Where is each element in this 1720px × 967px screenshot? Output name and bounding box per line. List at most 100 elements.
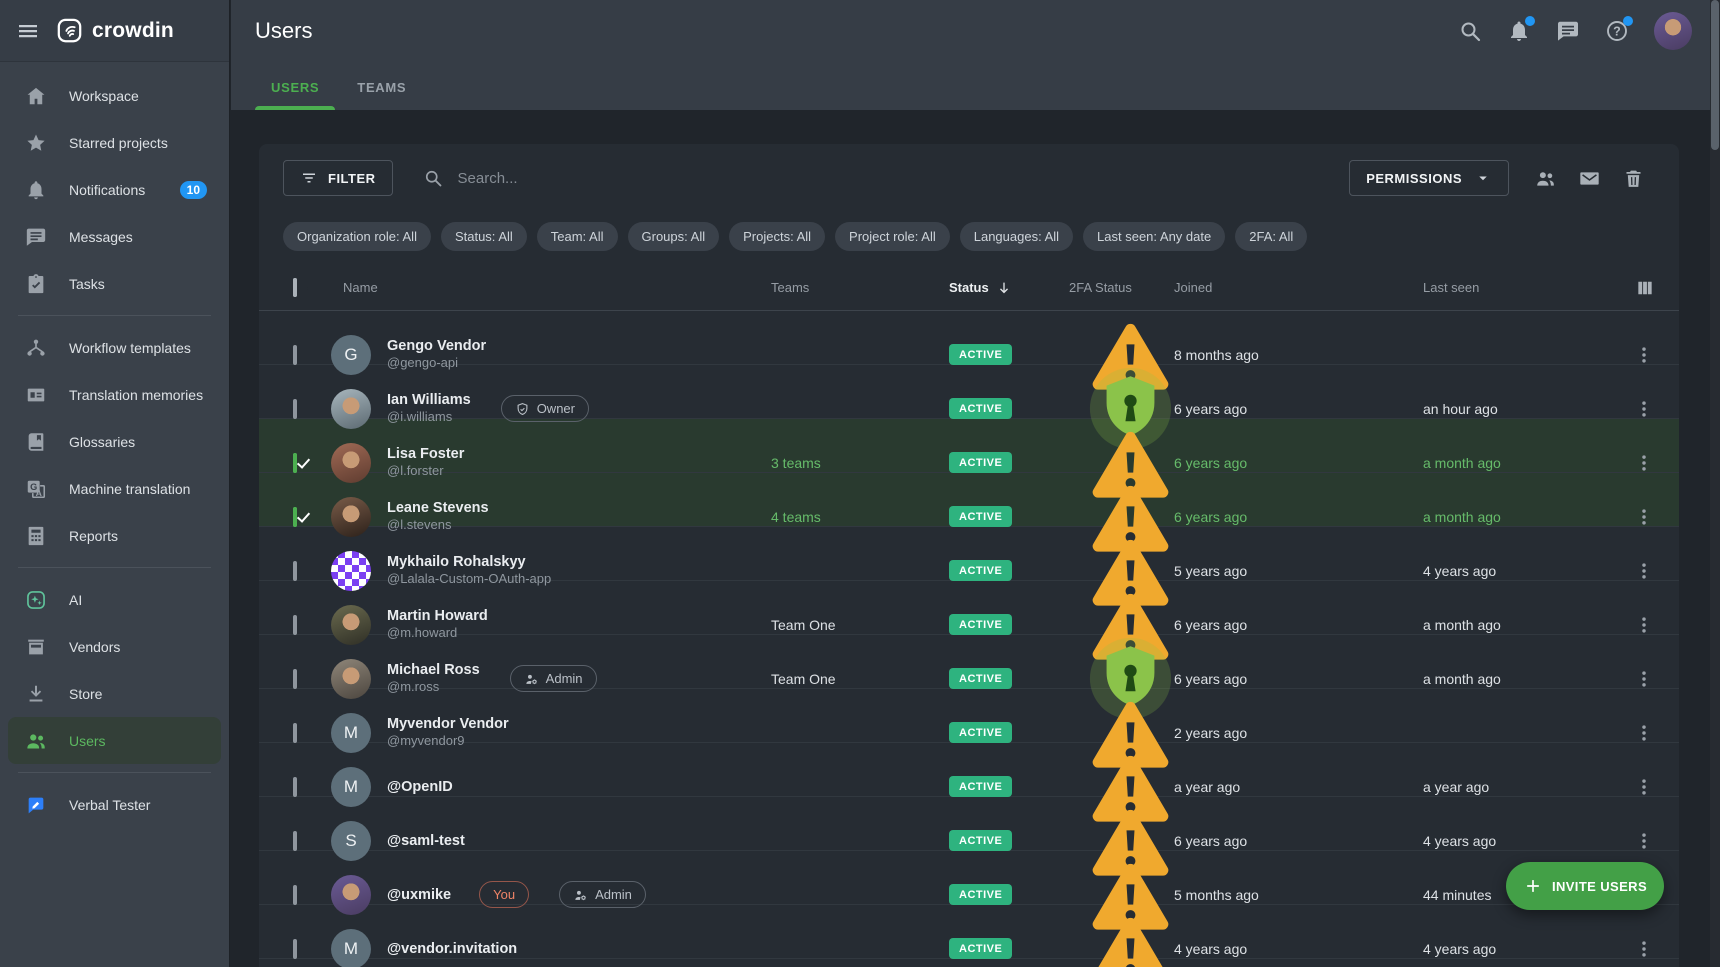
select-all-checkbox[interactable]: [293, 278, 297, 297]
filter-chip[interactable]: Team: All: [537, 222, 618, 251]
page-header: Users ? USERSTEAMS: [231, 0, 1720, 110]
avatar: [331, 551, 371, 591]
kebab-menu-icon[interactable]: [1633, 398, 1655, 420]
row-checkbox[interactable]: [293, 507, 297, 527]
search-icon[interactable]: [1458, 19, 1482, 43]
sidebar-item-messages[interactable]: Messages: [8, 213, 221, 260]
sidebar-item-workspace[interactable]: Workspace: [8, 72, 221, 119]
column-header-2fa-status[interactable]: 2FA Status: [1069, 280, 1174, 295]
column-header-joined[interactable]: Joined: [1174, 280, 1423, 295]
sidebar-item-verbal-tester[interactable]: Verbal Tester: [8, 781, 221, 828]
teams-cell[interactable]: 3 teams: [771, 455, 949, 471]
name-cell: Mykhailo Rohalskyy@Lalala-Custom-OAuth-a…: [331, 551, 771, 591]
chat-icon[interactable]: [1556, 19, 1580, 43]
last-seen-cell: an hour ago: [1423, 401, 1609, 417]
filter-chip[interactable]: Organization role: All: [283, 222, 431, 251]
table-body: GGengo Vendor@gengo-apiACTIVE8 months ag…: [283, 311, 1655, 959]
search-input[interactable]: [456, 169, 876, 188]
sidebar-item-label: Store: [69, 686, 102, 702]
bell-icon[interactable]: [1507, 19, 1531, 43]
sidebar-item-label: Notifications: [69, 182, 145, 198]
filter-chip[interactable]: Groups: All: [628, 222, 720, 251]
column-header-name[interactable]: Name: [331, 280, 771, 295]
kebab-menu-icon[interactable]: [1633, 506, 1655, 528]
row-checkbox[interactable]: [293, 777, 297, 797]
column-header-status[interactable]: Status: [949, 280, 1069, 296]
content: FILTER PERMISSIONS Organization role: Al…: [231, 110, 1720, 967]
filter-chip[interactable]: 2FA: All: [1235, 222, 1307, 251]
menu-icon[interactable]: [16, 19, 40, 43]
sidebar-item-workflow-templates[interactable]: Workflow templates: [8, 324, 221, 371]
scrollbar: [1710, 0, 1720, 967]
trash-icon-button[interactable]: [1611, 160, 1655, 196]
table-row[interactable]: GGengo Vendor@gengo-apiACTIVE8 months ag…: [259, 311, 1679, 365]
crowdin-logo[interactable]: crowdin: [56, 17, 174, 44]
row-checkbox[interactable]: [293, 885, 297, 905]
tab-teams[interactable]: TEAMS: [341, 80, 422, 110]
star-icon: [25, 132, 47, 154]
avatar: [331, 659, 371, 699]
row-checkbox[interactable]: [293, 345, 297, 365]
sidebar-item-machine-translation[interactable]: GAMachine translation: [8, 465, 221, 512]
kebab-menu-icon[interactable]: [1633, 344, 1655, 366]
sidebar-item-reports[interactable]: Reports: [8, 512, 221, 559]
sidebar-item-users[interactable]: Users: [8, 717, 221, 764]
kebab-menu-icon[interactable]: [1633, 614, 1655, 636]
users-icon: [25, 730, 47, 752]
column-header-teams[interactable]: Teams: [771, 280, 949, 295]
teams-cell[interactable]: Team One: [771, 671, 949, 687]
filter-chip[interactable]: Project role: All: [835, 222, 950, 251]
row-checkbox[interactable]: [293, 453, 297, 473]
team-icon-button[interactable]: [1523, 160, 1567, 196]
permissions-button[interactable]: PERMISSIONS: [1349, 160, 1509, 196]
sidebar: WorkspaceStarred projectsNotifications10…: [0, 62, 229, 828]
help-icon[interactable]: ?: [1605, 19, 1629, 43]
kebab-menu-icon[interactable]: [1633, 722, 1655, 744]
tab-users[interactable]: USERS: [255, 80, 335, 110]
row-checkbox[interactable]: [293, 831, 297, 851]
status-cell: ACTIVE: [949, 938, 1069, 959]
shield-2fa-icon: [1087, 669, 1174, 685]
column-header-last-seen[interactable]: Last seen: [1423, 280, 1609, 295]
kebab-menu-icon[interactable]: [1633, 830, 1655, 852]
filter-button[interactable]: FILTER: [283, 160, 393, 196]
teams-cell[interactable]: Team One: [771, 617, 949, 633]
row-checkbox[interactable]: [293, 939, 297, 959]
user-username: @l.stevens: [387, 517, 489, 534]
sidebar-item-translation-memories[interactable]: Translation memories: [8, 371, 221, 418]
sidebar-item-tasks[interactable]: Tasks: [8, 260, 221, 307]
scrollbar-thumb[interactable]: [1711, 0, 1719, 150]
kebab-menu-icon[interactable]: [1633, 452, 1655, 474]
last-seen-cell: 4 years ago: [1423, 833, 1609, 849]
row-checkbox[interactable]: [293, 561, 297, 581]
filter-chip[interactable]: Status: All: [441, 222, 527, 251]
status-badge: ACTIVE: [949, 614, 1012, 635]
row-checkbox[interactable]: [293, 399, 297, 419]
teams-cell[interactable]: 4 teams: [771, 509, 949, 525]
user-username: @saml-test: [387, 833, 465, 849]
sidebar-item-starred-projects[interactable]: Starred projects: [8, 119, 221, 166]
sidebar-divider: [18, 315, 211, 316]
filter-chip[interactable]: Projects: All: [729, 222, 825, 251]
invite-users-button[interactable]: INVITE USERS: [1506, 862, 1664, 910]
sidebar-item-store[interactable]: Store: [8, 670, 221, 717]
row-checkbox[interactable]: [293, 669, 297, 689]
row-checkbox[interactable]: [293, 723, 297, 743]
filter-chip[interactable]: Languages: All: [960, 222, 1073, 251]
warning-icon: [1087, 885, 1174, 901]
sidebar-item-vendors[interactable]: Vendors: [8, 623, 221, 670]
user-avatar[interactable]: [1654, 12, 1692, 50]
kebab-menu-icon[interactable]: [1633, 776, 1655, 798]
sidebar-item-ai[interactable]: AI: [8, 576, 221, 623]
sidebar-item-glossaries[interactable]: Glossaries: [8, 418, 221, 465]
filter-chip[interactable]: Last seen: Any date: [1083, 222, 1225, 251]
status-cell: ACTIVE: [949, 722, 1069, 743]
kebab-menu-icon[interactable]: [1633, 560, 1655, 582]
kebab-menu-icon[interactable]: [1633, 938, 1655, 960]
sidebar-item-notifications[interactable]: Notifications10: [8, 166, 221, 213]
kebab-menu-icon[interactable]: [1633, 668, 1655, 690]
row-checkbox[interactable]: [293, 615, 297, 635]
columns-icon[interactable]: [1635, 278, 1655, 298]
mail-icon-button[interactable]: [1567, 160, 1611, 196]
user-name: Martin Howard: [387, 607, 488, 626]
